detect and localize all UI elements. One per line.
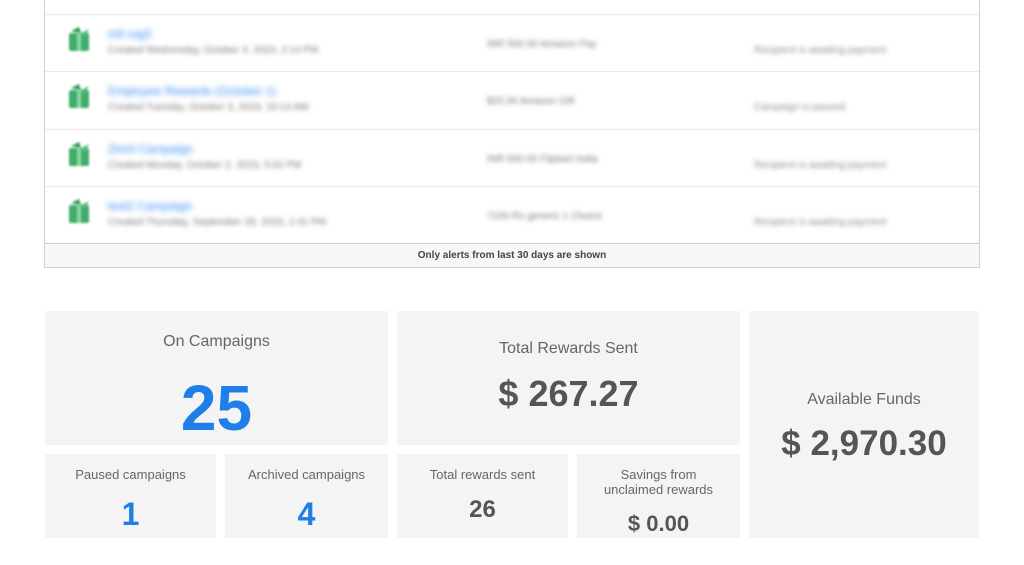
alert-row[interactable]: Intl reg3 Created Wednesday, October 4, … [45, 14, 979, 72]
alerts-panel: Intl reg3 Created Wednesday, October 4, … [44, 0, 980, 268]
alert-status: Campaign is paused [754, 102, 846, 113]
savings-label: Savings from unclaimed rewards [577, 467, 740, 497]
archived-campaigns-label: Archived campaigns [247, 467, 366, 482]
reward-amount: INR 500.00 Flipkart India [487, 154, 598, 165]
savings-card: Savings from unclaimed rewards $ 0.00 [577, 454, 740, 538]
reward-amount: $25.00 Amazon Gift [487, 96, 575, 107]
total-rewards-label: Total Rewards Sent [499, 340, 638, 357]
campaigns-card[interactable]: On Campaigns 25 [45, 311, 388, 445]
alert-row[interactable]: Employee Rewards (October 1) Created Tue… [45, 71, 979, 129]
campaign-gift-icon [67, 25, 93, 53]
campaign-name-link[interactable]: Employee Rewards (October 1) [108, 84, 276, 98]
campaign-gift-icon [67, 140, 93, 168]
campaigns-count: 25 [180, 372, 253, 444]
total-rewards-card: Total Rewards Sent $ 267.27 [397, 311, 740, 445]
campaign-created-date: Created Monday, October 2, 2023, 5:02 PM [108, 160, 302, 171]
campaign-gift-icon [67, 197, 93, 225]
available-funds-card: Available Funds $ 2,970.30 [749, 311, 979, 538]
alert-row[interactable]: Zinrit Campaign Created Monday, October … [45, 129, 979, 187]
campaigns-label: On Campaigns [163, 333, 270, 350]
reward-amount: INR 500.00 Amazon Pay [487, 39, 597, 50]
campaign-created-date: Created Wednesday, October 4, 2023, 2:14… [108, 45, 319, 56]
archived-campaigns-count: 4 [297, 496, 316, 532]
archived-campaigns-card[interactable]: Archived campaigns 4 [225, 454, 388, 538]
savings-label-line2: unclaimed rewards [603, 482, 714, 497]
rewards-sent-count-value: 26 [469, 496, 496, 523]
rewards-sent-count-card: Total rewards sent 26 [397, 454, 568, 538]
alert-status: Recipient is awaiting payment [754, 160, 887, 171]
available-funds-label: Available Funds [807, 391, 921, 408]
rewards-sent-count-label: Total rewards sent [429, 467, 536, 482]
campaign-name-link[interactable]: test2 Campaign [108, 199, 192, 213]
campaign-name-link[interactable]: Intl reg3 [108, 27, 151, 41]
alert-status: Recipient is awaiting payment [754, 45, 887, 56]
reward-amount: 7100 Rs generic 1 Choice [487, 211, 603, 222]
campaign-created-date: Created Thursday, September 28, 2023, 1:… [108, 217, 327, 228]
savings-value: $ 0.00 [627, 511, 690, 536]
campaign-created-date: Created Tuesday, October 3, 2023, 10:14 … [108, 102, 309, 113]
available-funds-value: $ 2,970.30 [781, 424, 947, 463]
campaign-name-link[interactable]: Zinrit Campaign [108, 142, 193, 156]
paused-campaigns-label: Paused campaigns [75, 467, 186, 482]
alert-status: Recipient is awaiting payment [754, 217, 887, 228]
campaign-gift-icon [67, 82, 93, 110]
alerts-footer-note: Only alerts from last 30 days are shown [45, 243, 979, 267]
paused-campaigns-card[interactable]: Paused campaigns 1 [45, 454, 216, 538]
paused-campaigns-count: 1 [121, 496, 140, 532]
savings-label-line1: Savings from [620, 467, 697, 482]
total-rewards-value: $ 267.27 [498, 373, 639, 414]
alert-row[interactable]: test2 Campaign Created Thursday, Septemb… [45, 186, 979, 244]
